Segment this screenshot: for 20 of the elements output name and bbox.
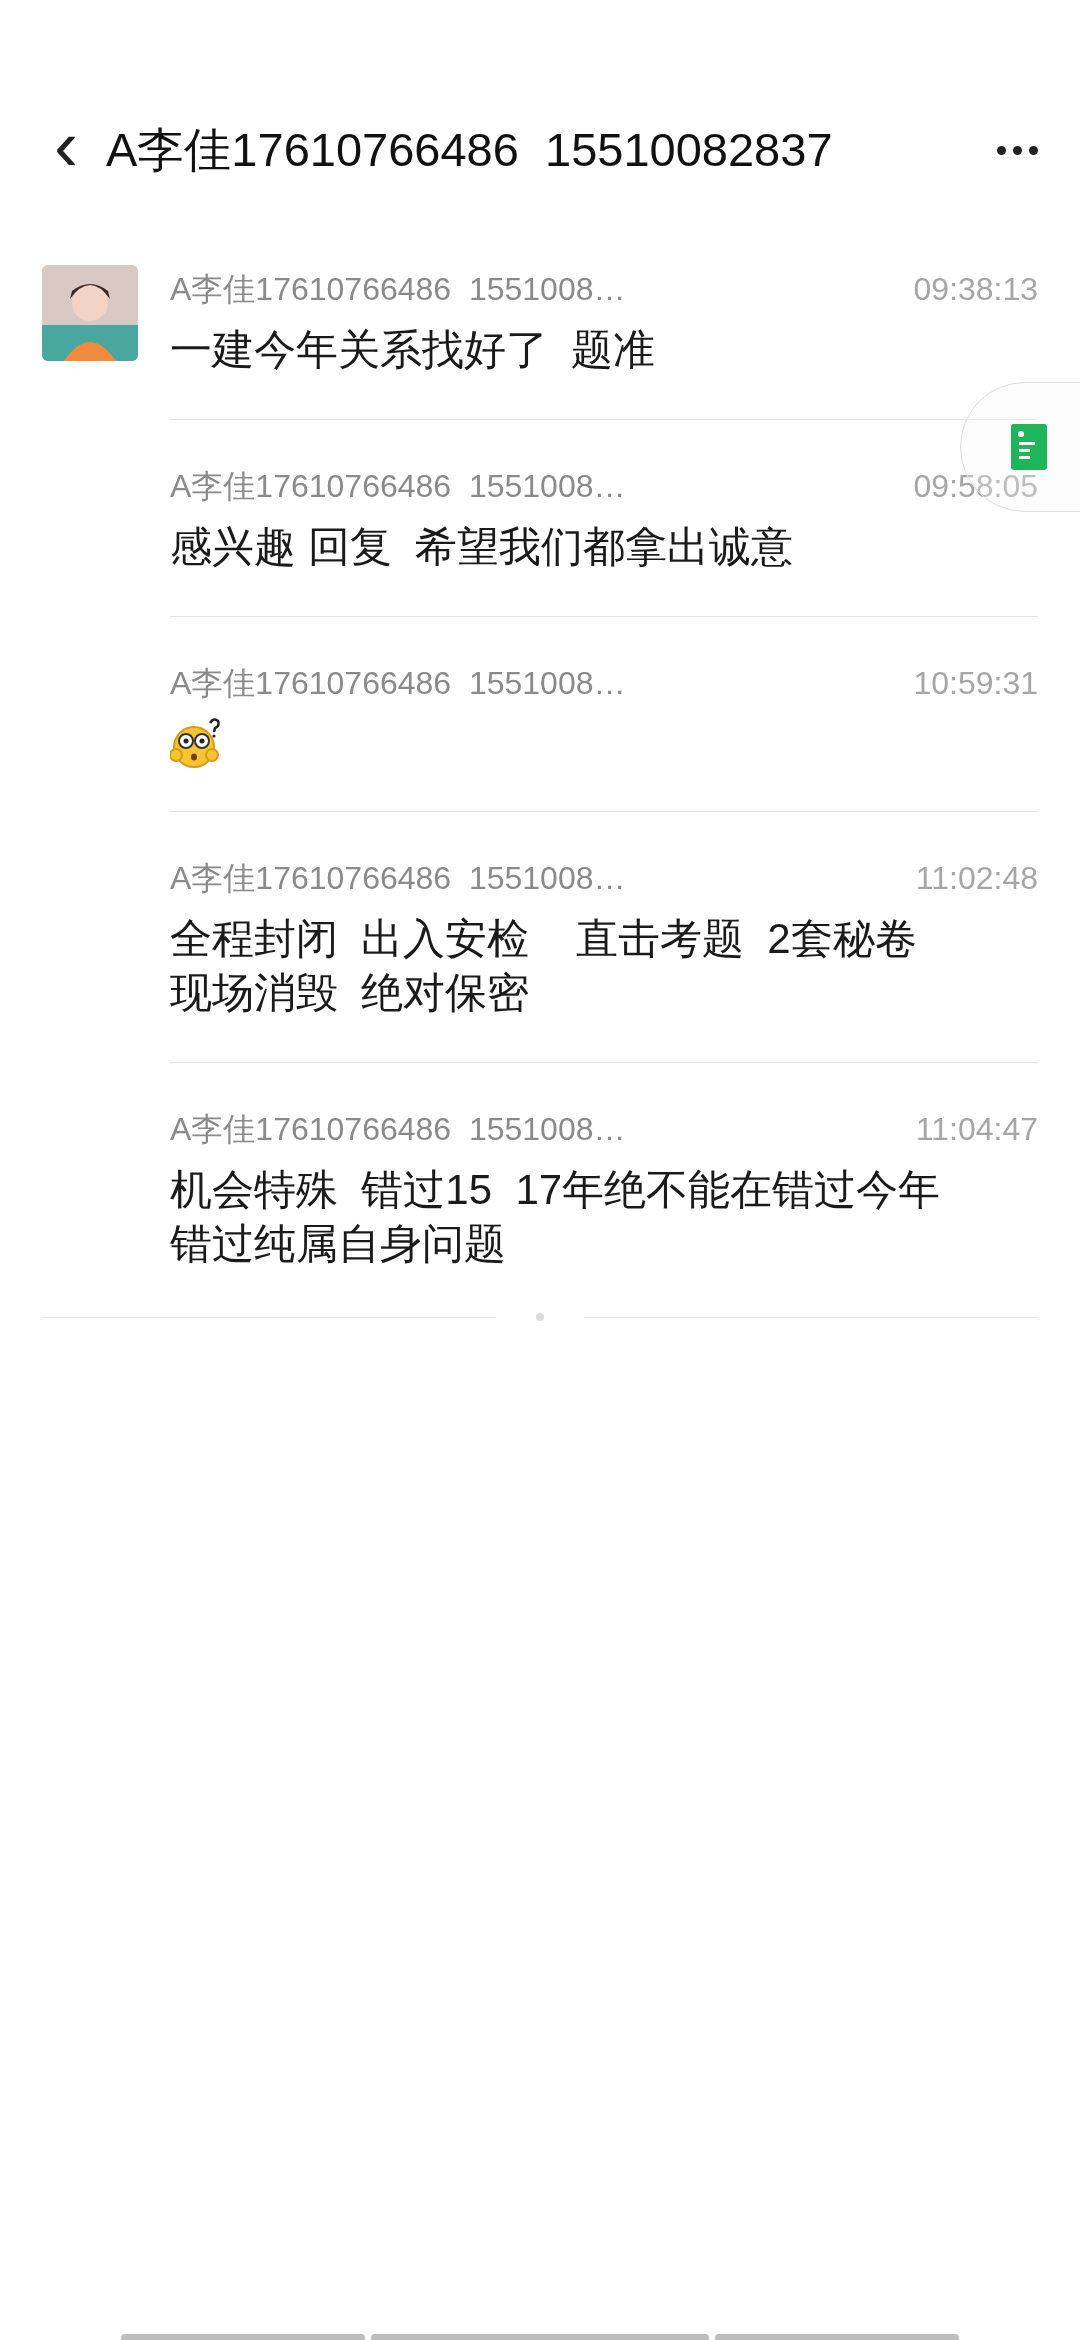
message-text: 错过纯属自身问题 (170, 1219, 507, 1269)
sender-name: A李佳17610766486 1551008… (170, 270, 626, 309)
message-time: 11:02:48 (915, 859, 1038, 898)
message-text: 感兴趣 回复 希望我们都拿出诚意 (170, 522, 794, 572)
message-time: 11:04:47 (915, 1110, 1038, 1149)
back-button[interactable]: ‹ (36, 109, 96, 181)
message-text: 一建今年关系找好了 题准 (170, 325, 657, 375)
message-text: 全程封闭 出入安检 直击考题 2套秘卷 (170, 914, 918, 964)
sender-name: A李佳17610766486 1551008… (170, 467, 626, 506)
message-time: 09:38:13 (913, 270, 1038, 309)
sender-name: A李佳17610766486 1551008… (170, 664, 626, 703)
sender-name: A李佳17610766486 1551008… (170, 1110, 626, 1149)
document-icon (1011, 424, 1047, 470)
sender-name: A李佳17610766486 1551008… (170, 859, 626, 898)
chat-title: A李佳17610766486 15510082837 (106, 121, 833, 178)
message-time: 10:59:31 (913, 664, 1038, 703)
avatar[interactable] (42, 265, 138, 361)
message-text: 现场消毁 绝对保密 (170, 968, 531, 1018)
message-text: 机会特殊 错过15 17年绝不能在错过今年 (170, 1165, 942, 1215)
message-time: 09:58:05 (913, 467, 1038, 506)
